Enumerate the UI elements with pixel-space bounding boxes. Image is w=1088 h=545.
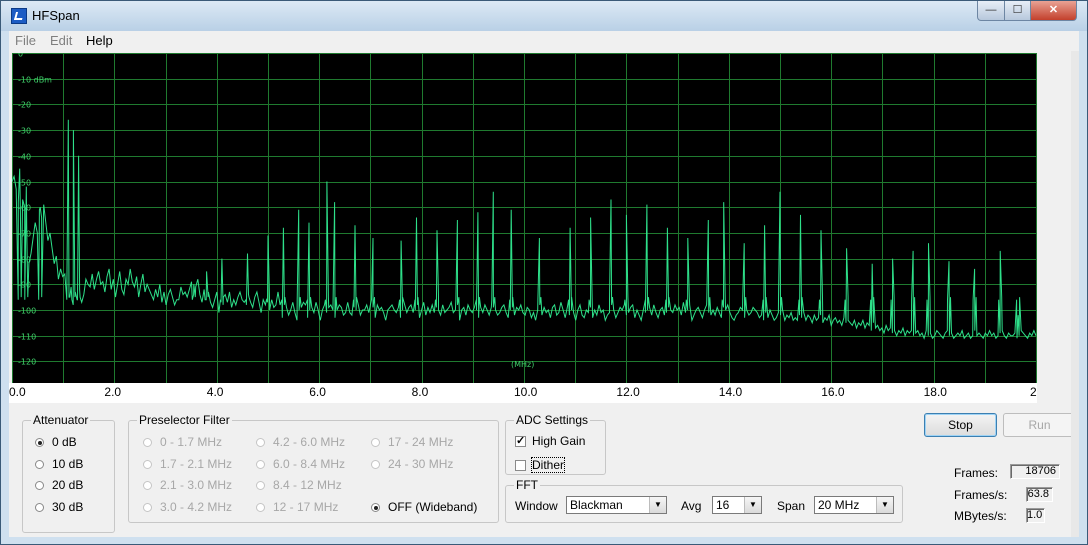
fft-avg-select[interactable]: 16 ▼ xyxy=(712,496,762,514)
window-title: HFSpan xyxy=(32,8,80,23)
chevron-down-icon: ▼ xyxy=(649,497,666,513)
radio-icon xyxy=(371,460,380,469)
preselector-1.7-2.1-radio[interactable]: 1.7 - 2.1 MHz xyxy=(143,457,232,471)
radio-icon xyxy=(143,438,152,447)
maximize-button[interactable]: ☐ xyxy=(1004,1,1031,21)
chevron-down-icon: ▼ xyxy=(876,497,893,513)
y-tick-label: -10 dBm xyxy=(18,76,52,85)
x-tick-label: 18.0 xyxy=(923,385,947,399)
radio-icon xyxy=(371,503,380,512)
dither-checkbox[interactable]: Dither xyxy=(515,457,566,473)
fft-span-select[interactable]: 20 MHz ▼ xyxy=(814,496,894,514)
fft-title: FFT xyxy=(514,478,540,492)
y-tick-label: -120 xyxy=(18,358,36,367)
app-window: HFSpan — ☐ ✕ File Edit Help 0 -10 dBm -20 -… xyxy=(0,0,1088,545)
spectrum-plot: 0 -10 dBm -20 -30 -40 -50 -60 -70 -80 -90 -100 -110… xyxy=(12,53,1037,383)
title-bar[interactable]: HFSpan — ☐ ✕ xyxy=(1,1,1087,31)
y-tick-label: 0 xyxy=(18,53,23,59)
radio-icon xyxy=(256,503,265,512)
frames-per-sec-value: 63.8 xyxy=(1026,487,1053,502)
x-tick-label: 4.0 xyxy=(206,385,224,399)
radio-icon xyxy=(35,481,44,490)
y-tick-label: -100 xyxy=(18,307,36,316)
fft-span-label: Span xyxy=(777,499,806,513)
fft-window-label: Window xyxy=(515,499,558,513)
preselector-wideband-radio[interactable]: OFF (Wideband) xyxy=(371,500,477,514)
y-tick-label: -20 xyxy=(18,101,31,110)
preselector-8.4-12-radio[interactable]: 8.4 - 12 MHz xyxy=(256,478,342,492)
preselector-0-1.7-radio[interactable]: 0 - 1.7 MHz xyxy=(143,435,222,449)
radio-icon xyxy=(35,460,44,469)
attenuator-10db-radio[interactable]: 10 dB xyxy=(35,457,83,471)
mbytes-per-sec-value: 1.0 xyxy=(1026,508,1045,523)
y-tick-label: -40 xyxy=(18,153,31,162)
minimize-button[interactable]: — xyxy=(977,1,1005,21)
y-tick-label: -110 xyxy=(18,333,36,342)
menu-edit[interactable]: Edit xyxy=(50,33,72,48)
menu-bar: File Edit Help xyxy=(9,31,1079,51)
close-button[interactable]: ✕ xyxy=(1030,1,1077,21)
y-tick-label: -30 xyxy=(18,127,31,136)
x-tick-label: 16.0 xyxy=(821,385,845,399)
frequency-axis: 0.0 2.0 4.0 6.0 8.0 10.0 12.0 14.0 16.0 18.0 20 xyxy=(9,383,1037,403)
preselector-title: Preselector Filter xyxy=(137,413,232,427)
menu-help[interactable]: Help xyxy=(86,33,113,48)
attenuator-30db-radio[interactable]: 30 dB xyxy=(35,500,83,514)
frames-label: Frames: xyxy=(954,466,999,480)
x-tick-label: 6.0 xyxy=(309,385,326,399)
radio-icon xyxy=(371,438,380,447)
radio-icon xyxy=(143,460,152,469)
radio-icon xyxy=(256,481,265,490)
menu-file[interactable]: File xyxy=(15,33,36,48)
attenuator-title: Attenuator xyxy=(31,413,91,427)
fft-avg-label: Avg xyxy=(681,499,702,513)
radio-icon xyxy=(143,481,152,490)
adc-settings-title: ADC Settings xyxy=(514,413,591,427)
mbytes-per-sec-label: MBytes/s: xyxy=(954,509,1007,523)
high-gain-checkbox[interactable]: High Gain xyxy=(515,434,585,448)
stop-button[interactable]: Stop xyxy=(924,413,997,437)
x-tick-label: 0.0 xyxy=(9,385,26,399)
attenuator-20db-radio[interactable]: 20 dB xyxy=(35,478,83,492)
x-tick-label: 14.0 xyxy=(718,385,743,399)
x-tick-label: 12.0 xyxy=(616,385,640,399)
x-tick-label: 8.0 xyxy=(411,385,429,399)
radio-icon xyxy=(256,438,265,447)
checkbox-icon xyxy=(515,460,526,471)
radio-icon xyxy=(35,438,44,447)
x-tick-label: 10.0 xyxy=(514,385,538,399)
checkbox-icon xyxy=(515,434,526,447)
preselector-6.0-8.4-radio[interactable]: 6.0 - 8.4 MHz xyxy=(256,457,345,471)
radio-icon xyxy=(35,503,44,512)
preselector-17-24-radio[interactable]: 17 - 24 MHz xyxy=(371,435,453,449)
main-panel: 0 -10 dBm -20 -30 -40 -50 -60 -70 -80 -90 -100 -110… xyxy=(9,51,1079,537)
preselector-3.0-4.2-radio[interactable]: 3.0 - 4.2 MHz xyxy=(143,500,232,514)
preselector-4.2-6.0-radio[interactable]: 4.2 - 6.0 MHz xyxy=(256,435,345,449)
radio-icon xyxy=(256,460,265,469)
app-icon xyxy=(11,8,27,24)
frames-per-sec-label: Frames/s: xyxy=(954,488,1008,502)
window-edge xyxy=(1071,51,1079,537)
frequency-unit-label: (MHz) xyxy=(511,360,534,369)
preselector-12-17-radio[interactable]: 12 - 17 MHz xyxy=(256,500,338,514)
chevron-down-icon: ▼ xyxy=(744,497,761,513)
frames-value: 18706 xyxy=(1010,464,1060,479)
x-tick-label: 2.0 xyxy=(104,385,122,399)
attenuator-0db-radio[interactable]: 0 dB xyxy=(35,435,77,449)
fft-window-select[interactable]: Blackman ▼ xyxy=(566,496,667,514)
radio-icon xyxy=(143,503,152,512)
preselector-24-30-radio[interactable]: 24 - 30 MHz xyxy=(371,457,453,471)
preselector-2.1-3.0-radio[interactable]: 2.1 - 3.0 MHz xyxy=(143,478,232,492)
run-button[interactable]: Run xyxy=(1003,413,1076,437)
x-tick-label: 20 xyxy=(1030,385,1037,399)
spectrum-svg: 0-10 dBm-20-30-40-50-60-70-80-90-100-110… xyxy=(12,53,1037,383)
